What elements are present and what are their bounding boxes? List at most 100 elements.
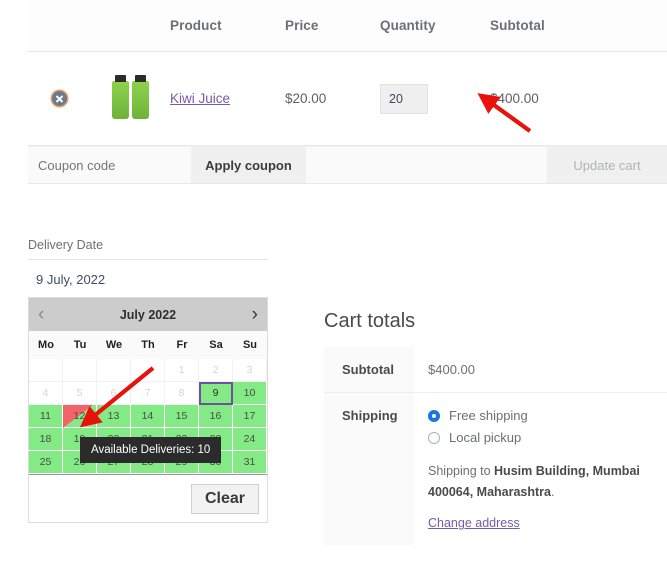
delivery-date-value: 9 July, 2022 <box>28 260 268 297</box>
column-header-thumbnail <box>90 0 170 18</box>
calendar-day-empty <box>29 359 63 382</box>
calendar-day-7: 7 <box>131 382 165 405</box>
table-row: Kiwi Juice $20.00 $400.00 <box>28 52 667 146</box>
product-price: $20.00 <box>285 91 380 106</box>
coupon-row: Apply coupon Update cart <box>28 146 667 184</box>
calendar-day-18[interactable]: 18 <box>29 428 63 451</box>
shipping-to-suffix: . <box>551 485 554 499</box>
product-name-cell: Kiwi Juice <box>170 90 285 108</box>
remove-item-cell <box>28 91 90 106</box>
calendar-month-title: July 2022 <box>120 308 176 322</box>
calendar-day-label: 8 <box>179 387 185 399</box>
apply-coupon-button[interactable]: Apply coupon <box>191 147 306 183</box>
calendar-weekday-th: Th <box>131 331 165 359</box>
product-subtotal: $400.00 <box>490 91 610 106</box>
cart-totals-table: Subtotal $400.00 Shipping Free shipping L… <box>324 347 667 545</box>
cart-table: Product Price Quantity Subtotal Kiwi Jui… <box>28 0 667 184</box>
calendar-week-row: 1 2 3 <box>29 359 267 382</box>
subtotal-label: Subtotal <box>324 347 414 392</box>
clear-button[interactable]: Clear <box>191 484 259 514</box>
calendar-day-empty <box>63 359 97 382</box>
shipping-option-row[interactable]: Free shipping <box>428 408 653 423</box>
calendar-day-4: 4 <box>29 382 63 405</box>
calendar-day-label: 9 <box>213 387 219 399</box>
calendar-tooltip: Available Deliveries: 10 <box>80 437 221 463</box>
update-cart-button[interactable]: Update cart <box>547 147 667 183</box>
change-address-link[interactable]: Change address <box>428 516 520 530</box>
calendar-day-12[interactable]: 12 <box>63 405 97 428</box>
calendar-day-label: 25 <box>40 456 52 468</box>
calendar-day-label: 13 <box>108 410 120 422</box>
product-link[interactable]: Kiwi Juice <box>170 91 230 106</box>
calendar-header: ‹ July 2022 › <box>29 298 267 331</box>
calendar-day-label: 6 <box>111 387 117 399</box>
calendar-day-label: 17 <box>244 410 256 422</box>
quantity-input[interactable] <box>380 84 428 114</box>
chevron-left-icon[interactable]: ‹ <box>38 305 44 324</box>
calendar-day-13[interactable]: 13 <box>97 405 131 428</box>
product-thumbnail[interactable] <box>102 71 158 127</box>
radio-free-shipping[interactable] <box>428 410 440 422</box>
calendar-day-label: 24 <box>244 433 256 445</box>
column-header-price: Price <box>285 0 380 33</box>
shipping-to-prefix: Shipping to <box>428 464 494 478</box>
calendar-day-label: 16 <box>210 410 222 422</box>
shipping-option-label: Local pickup <box>449 430 521 445</box>
delivery-date-section: Delivery Date 9 July, 2022 ‹ July 2022 ›… <box>28 238 268 523</box>
column-header-subtotal: Subtotal <box>490 0 610 33</box>
calendar-day-15[interactable]: 15 <box>165 405 199 428</box>
calendar-weekday-sa: Sa <box>199 331 233 359</box>
shipping-options-cell: Free shippingLocal pickup Shipping to Hu… <box>414 393 667 545</box>
calendar-day-16[interactable]: 16 <box>199 405 233 428</box>
shipping-options-list: Free shipping Local pickup <box>428 408 653 445</box>
calendar-day-8: 8 <box>165 382 199 405</box>
calendar-day-label: 12 <box>74 410 86 422</box>
chevron-right-icon[interactable]: › <box>252 305 258 324</box>
juice-bottle-icon <box>132 81 149 119</box>
calendar-day-3: 3 <box>233 359 267 382</box>
remove-circle-icon[interactable] <box>52 91 67 106</box>
cart-totals-title: Cart totals <box>324 310 667 333</box>
calendar-day-label: 5 <box>77 387 83 399</box>
shipping-label: Shipping <box>324 393 414 545</box>
calendar-day-11[interactable]: 11 <box>29 405 63 428</box>
calendar-weekday-row: MoTuWeThFrSaSu <box>29 331 267 359</box>
calendar-day-label: 7 <box>145 387 151 399</box>
calendar-day-31[interactable]: 31 <box>233 451 267 474</box>
calendar-day-empty <box>131 359 165 382</box>
calendar-weekday-we: We <box>97 331 131 359</box>
calendar-day-label: 1 <box>179 364 185 376</box>
totals-row-subtotal: Subtotal $400.00 <box>324 347 667 393</box>
calendar-day-25[interactable]: 25 <box>29 451 63 474</box>
calendar-day-label: 10 <box>244 387 256 399</box>
calendar-day-17[interactable]: 17 <box>233 405 267 428</box>
column-header-remove <box>28 0 90 18</box>
juice-bottle-icon <box>112 81 129 119</box>
calendar-day-10[interactable]: 10 <box>233 382 267 405</box>
cart-table-header: Product Price Quantity Subtotal <box>28 0 667 52</box>
radio-local-pickup[interactable] <box>428 432 440 444</box>
calendar-day-5: 5 <box>63 382 97 405</box>
column-header-quantity: Quantity <box>380 0 490 33</box>
coupon-input[interactable] <box>28 147 191 183</box>
subtotal-value: $400.00 <box>414 347 667 392</box>
calendar-weekday-fr: Fr <box>165 331 199 359</box>
calendar-footer: Clear <box>29 474 267 522</box>
calendar-day-6: 6 <box>97 382 131 405</box>
calendar-day-2: 2 <box>199 359 233 382</box>
shipping-option-row[interactable]: Local pickup <box>428 430 653 445</box>
totals-row-shipping: Shipping Free shipping Local pickup Shipp… <box>324 393 667 545</box>
calendar-day-label: 11 <box>40 410 51 422</box>
calendar-day-9[interactable]: 9 <box>199 382 233 405</box>
cart-page: Product Price Quantity Subtotal Kiwi Jui… <box>0 0 667 561</box>
calendar-day-label: 14 <box>142 410 154 422</box>
calendar-day-label: 18 <box>40 433 52 445</box>
delivery-calendar: ‹ July 2022 › MoTuWeThFrSaSu 12345678910… <box>28 297 268 523</box>
calendar-day-label: 2 <box>213 364 219 376</box>
calendar-day-24[interactable]: 24 <box>233 428 267 451</box>
product-thumbnail-cell <box>90 71 170 127</box>
calendar-day-14[interactable]: 14 <box>131 405 165 428</box>
calendar-week-row: 11 12 13 14 15 16 17 <box>29 405 267 428</box>
delivery-date-label: Delivery Date <box>28 238 268 260</box>
quantity-cell <box>380 84 490 114</box>
